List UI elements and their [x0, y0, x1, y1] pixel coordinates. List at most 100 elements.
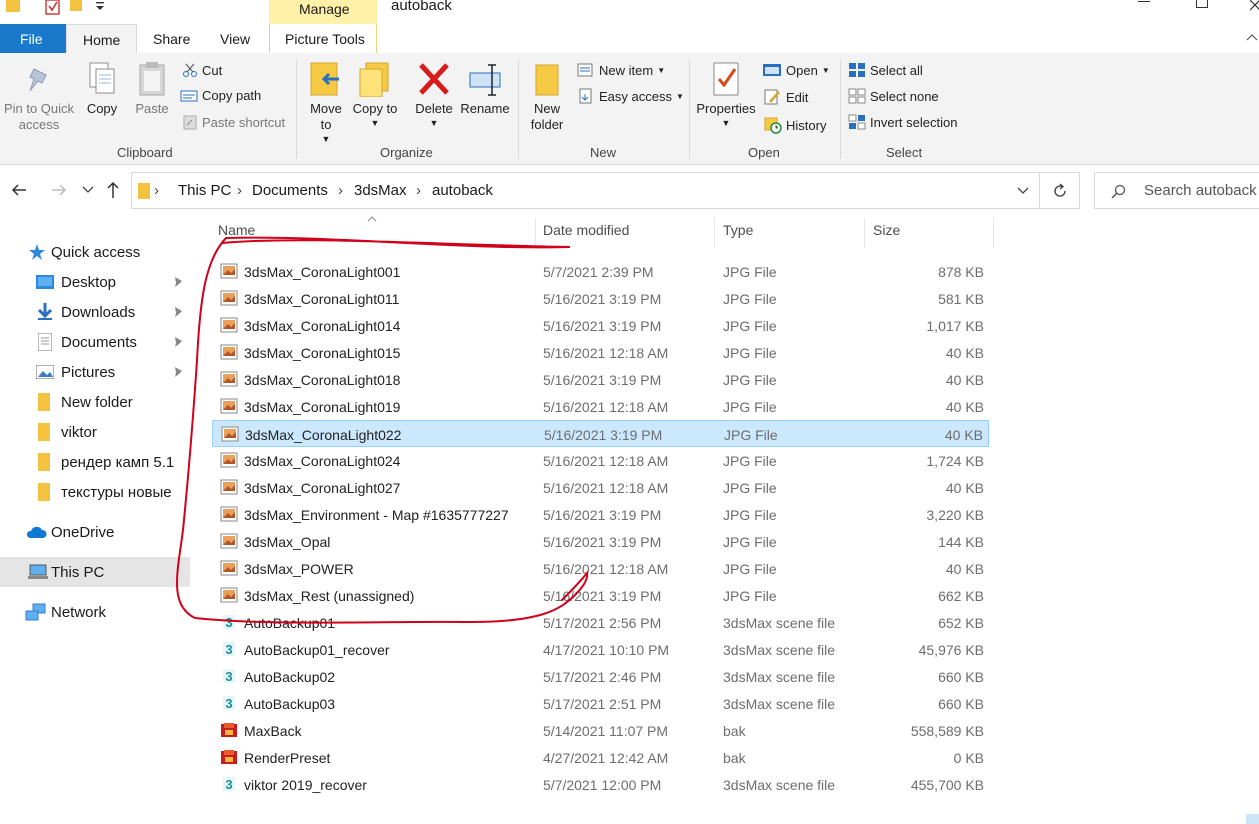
- easy-access-icon: [579, 88, 592, 104]
- file-row[interactable]: 3dsMax_Rest (unassigned) 5/16/2021 3:19 P…: [212, 582, 989, 609]
- file-date: 5/16/2021 12:18 AM: [543, 480, 669, 496]
- nav-pictures-label: Pictures: [61, 363, 116, 381]
- file-row[interactable]: 3dsMax_CoronaLight001 5/7/2021 2:39 PM JPG…: [212, 258, 989, 285]
- file-row[interactable]: 3 viktor 2019_recover 5/7/2021 12:00 PM 3ds…: [212, 771, 989, 798]
- paste-button[interactable]: Paste: [130, 61, 174, 117]
- nav-this-pc[interactable]: This PC: [0, 557, 190, 587]
- chevron-down-icon[interactable]: [95, 1, 105, 13]
- select-all-button[interactable]: Select all: [848, 62, 923, 78]
- tab-picture-tools-label: Picture Tools: [285, 31, 365, 47]
- up-arrow-icon[interactable]: [106, 181, 120, 199]
- easy-access-button[interactable]: Easy access ▼: [577, 88, 684, 104]
- file-row[interactable]: RenderPreset 4/27/2021 12:42 AM bak 0 KB: [212, 744, 989, 771]
- pin-to-quick-access-button[interactable]: Pin to Quick access: [2, 65, 76, 133]
- file-row[interactable]: 3dsMax_Environment - Map #1635777227 5/16…: [212, 501, 989, 528]
- breadcrumb-documents[interactable]: Documents: [252, 182, 328, 199]
- move-to-button[interactable]: Move to ▼: [303, 61, 349, 147]
- file-row[interactable]: 3dsMax_CoronaLight024 5/16/2021 12:18 AM J…: [212, 447, 989, 474]
- file-row[interactable]: 3 AutoBackup01 5/17/2021 2:56 PM 3dsMax sce…: [212, 609, 989, 636]
- chevron-up-icon[interactable]: [1246, 33, 1258, 41]
- nav-onedrive[interactable]: OneDrive: [0, 517, 190, 547]
- properties-button[interactable]: Properties ▼: [694, 61, 758, 131]
- forward-arrow-icon[interactable]: [51, 183, 67, 197]
- ribbon-separator: [296, 59, 297, 159]
- file-row[interactable]: 3dsMax_POWER 5/16/2021 12:18 AM JPG File 40…: [212, 555, 989, 582]
- tab-picture-tools[interactable]: Picture Tools: [269, 24, 377, 53]
- jpg-icon: [220, 371, 238, 387]
- file-row[interactable]: 3dsMax_Opal 5/16/2021 3:19 PM JPG File 144 …: [212, 528, 989, 555]
- file-row[interactable]: MaxBack 5/14/2021 11:07 PM bak 558,589 KB: [212, 717, 989, 744]
- file-name: 3dsMax_CoronaLight001: [244, 264, 401, 280]
- column-header-name[interactable]: Name: [218, 222, 255, 246]
- pin-icon: [175, 367, 182, 377]
- nav-render-folder[interactable]: рендер камп 5.1: [0, 447, 190, 477]
- nav-documents[interactable]: Documents: [0, 327, 190, 357]
- new-folder-button[interactable]: New folder: [526, 61, 568, 133]
- chevron-down-icon[interactable]: [82, 186, 94, 194]
- file-row[interactable]: 3dsMax_CoronaLight027 5/16/2021 12:18 AM J…: [212, 474, 989, 501]
- select-none-button[interactable]: Select none: [848, 88, 939, 104]
- nav-downloads[interactable]: Downloads: [0, 297, 190, 327]
- column-header-size[interactable]: Size: [873, 222, 900, 246]
- delete-button[interactable]: Delete ▼: [411, 61, 457, 131]
- breadcrumb-3dsmax[interactable]: 3dsMax: [354, 182, 407, 199]
- maximize-icon[interactable]: [1196, 0, 1208, 8]
- breadcrumb-this-pc[interactable]: This PC: [178, 182, 231, 199]
- nav-viktor-label: viktor: [61, 423, 97, 441]
- tab-file[interactable]: File: [0, 24, 66, 53]
- nav-new-folder[interactable]: New folder: [0, 387, 190, 417]
- file-row[interactable]: 3dsMax_CoronaLight015 5/16/2021 12:18 AM J…: [212, 339, 989, 366]
- select-none-icon: [848, 88, 866, 104]
- invert-selection-button[interactable]: Invert selection: [848, 114, 957, 130]
- nav-network[interactable]: Network: [0, 597, 190, 627]
- chevron-down-icon[interactable]: [1017, 187, 1029, 195]
- max-icon: 3: [223, 615, 235, 630]
- copy-label: Copy: [86, 101, 118, 116]
- file-row[interactable]: 3 AutoBackup03 5/17/2021 2:51 PM 3dsMax sce…: [212, 690, 989, 717]
- file-row[interactable]: 3dsMax_CoronaLight014 5/16/2021 3:19 PM JP…: [212, 312, 989, 339]
- history-button[interactable]: History: [764, 116, 826, 134]
- tab-view[interactable]: View: [220, 31, 250, 47]
- file-row[interactable]: 3 AutoBackup01_recover 4/17/2021 10:10 PM 3…: [212, 636, 989, 663]
- column-header-date[interactable]: Date modified: [543, 222, 629, 246]
- jpg-icon: [220, 452, 238, 468]
- file-type: JPG File: [724, 427, 778, 443]
- new-item-button[interactable]: New item ▼: [577, 62, 665, 78]
- nav-desktop[interactable]: Desktop: [0, 267, 190, 297]
- file-row[interactable]: 3dsMax_CoronaLight019 5/16/2021 12:18 AM J…: [212, 393, 989, 420]
- history-label: History: [786, 117, 827, 133]
- select-group-label: Select: [886, 145, 923, 160]
- nav-new-folder-label: New folder: [61, 393, 133, 411]
- nav-viktor[interactable]: viktor: [0, 417, 190, 447]
- file-size: 45,976 KB: [918, 642, 984, 658]
- nav-textures-folder[interactable]: текстуры новые: [0, 477, 190, 507]
- nav-pictures[interactable]: Pictures: [0, 357, 190, 387]
- file-size: 662 KB: [938, 588, 984, 604]
- column-header-type[interactable]: Type: [723, 222, 753, 246]
- file-row[interactable]: 3dsMax_CoronaLight018 5/16/2021 3:19 PM JP…: [212, 366, 989, 393]
- rename-button[interactable]: Rename: [459, 61, 511, 117]
- copy-to-button[interactable]: Copy to ▼: [352, 61, 398, 131]
- search-box[interactable]: Search autoback: [1094, 172, 1259, 209]
- cut-button[interactable]: Cut: [182, 62, 222, 78]
- pin-icon: [29, 68, 47, 92]
- minimize-icon[interactable]: [1138, 1, 1150, 2]
- close-icon[interactable]: [1250, 0, 1259, 12]
- open-button[interactable]: Open ▼: [762, 62, 830, 78]
- refresh-button[interactable]: [1040, 172, 1080, 209]
- address-bar[interactable]: › This PC › Documents › 3dsMax › autobac…: [131, 172, 1040, 209]
- file-row[interactable]: 3dsMax_CoronaLight011 5/16/2021 3:19 PM JP…: [212, 285, 989, 312]
- file-row[interactable]: 3 AutoBackup02 5/17/2021 2:46 PM 3dsMax sce…: [212, 663, 989, 690]
- tab-share[interactable]: Share: [153, 31, 190, 47]
- checkbox-icon[interactable]: [45, 0, 61, 16]
- tab-home[interactable]: Home: [66, 24, 137, 54]
- paste-shortcut-button[interactable]: Paste shortcut: [182, 114, 285, 130]
- edit-button[interactable]: Edit: [764, 89, 808, 105]
- nav-quick-access[interactable]: Quick access: [0, 237, 190, 267]
- back-arrow-icon[interactable]: [11, 183, 27, 197]
- file-row[interactable]: 3dsMax_CoronaLight022 5/16/2021 3:19 PM JP…: [212, 420, 989, 447]
- tab-manage[interactable]: Manage: [299, 1, 350, 17]
- breadcrumb-autoback[interactable]: autoback: [432, 182, 493, 199]
- copy-path-button[interactable]: Copy path: [180, 88, 261, 103]
- copy-button[interactable]: Copy: [80, 61, 124, 117]
